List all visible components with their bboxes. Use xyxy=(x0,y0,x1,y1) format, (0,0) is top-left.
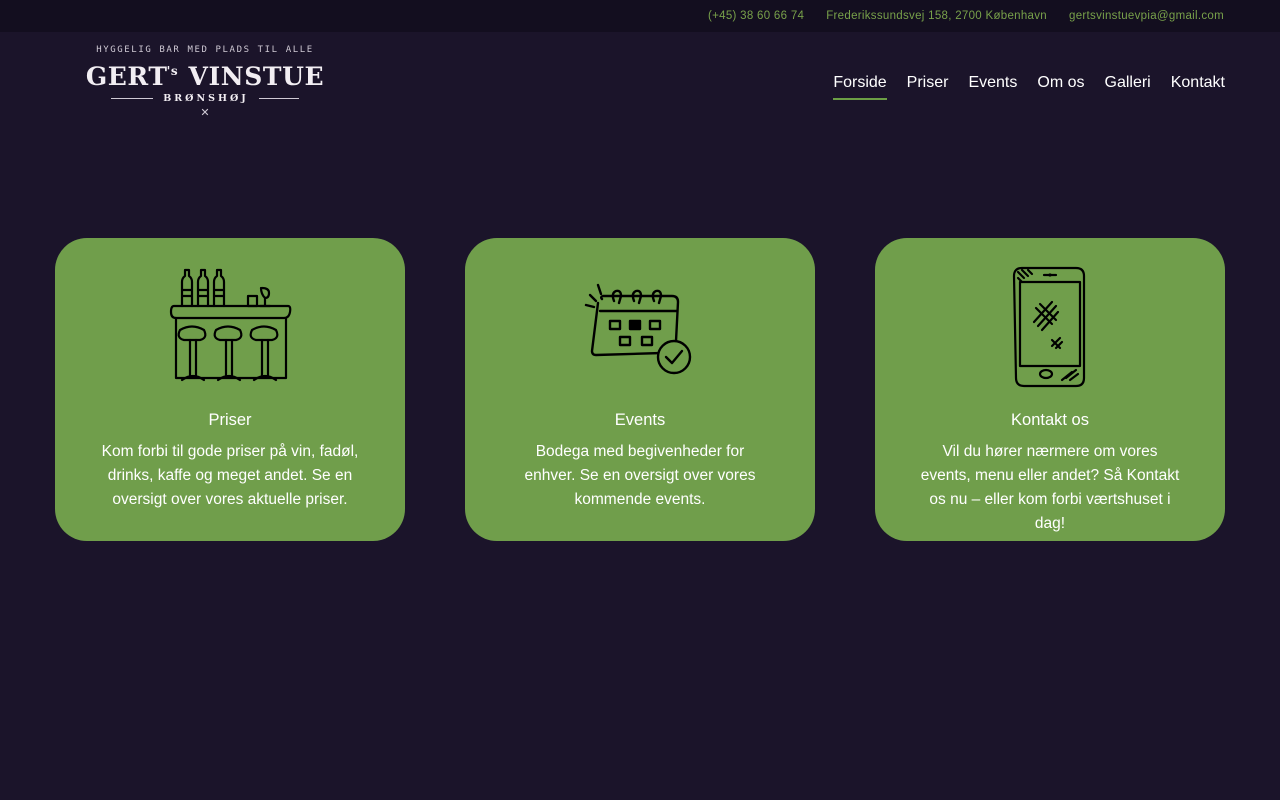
bar-counter-icon xyxy=(168,266,292,388)
logo-name-part1: GERT xyxy=(85,62,168,91)
logo-name: GERT's VINSTUE xyxy=(55,57,355,91)
logo-name-part2: VINSTUE xyxy=(188,62,325,91)
nav-item-priser[interactable]: Priser xyxy=(907,72,949,100)
feature-cards: Priser Kom forbi til gode priser på vin,… xyxy=(55,238,1225,541)
card-priser[interactable]: Priser Kom forbi til gode priser på vin,… xyxy=(55,238,405,541)
top-contact-bar: (+45) 38 60 66 74 Frederikssundsvej 158,… xyxy=(0,0,1280,32)
logo-rule-right xyxy=(258,98,299,99)
logo-place-row: BRØNSHØJ xyxy=(55,93,355,104)
nav-item-forside[interactable]: Forside xyxy=(833,72,887,100)
logo-tagline: HYGGELIG BAR MED PLADS TIL ALLE xyxy=(96,45,314,55)
mobile-phone-icon xyxy=(1012,266,1088,388)
card-title: Events xyxy=(614,411,666,429)
card-title: Kontakt os xyxy=(1011,411,1089,429)
nav-item-om-os[interactable]: Om os xyxy=(1037,72,1084,100)
calendar-check-icon xyxy=(584,266,696,388)
card-text: Bodega med begivenheder for enhver. Se e… xyxy=(524,443,756,508)
card-title: Priser xyxy=(208,411,252,429)
card-events[interactable]: Events Bodega med begivenheder for enhve… xyxy=(465,238,815,541)
email-link[interactable]: gertsvinstuevpia@gmail.com xyxy=(1069,10,1224,22)
nav-item-events[interactable]: Events xyxy=(968,72,1017,100)
main-nav: Forside Priser Events Om os Galleri Kont… xyxy=(833,72,1225,100)
logo-place: BRØNSHØJ xyxy=(163,93,249,104)
address-link[interactable]: Frederikssundsvej 158, 2700 København xyxy=(826,10,1047,22)
nav-item-kontakt[interactable]: Kontakt xyxy=(1171,72,1225,100)
site-logo[interactable]: HYGGELIG BAR MED PLADS TIL ALLE GERT's V… xyxy=(55,44,355,124)
logo-name-sup: 's xyxy=(166,64,179,78)
logo-ornament: ✕ xyxy=(200,107,210,119)
card-kontakt[interactable]: Kontakt os Vil du hører nærmere om vores… xyxy=(875,238,1225,541)
card-text: Vil du hører nærmere om vores events, me… xyxy=(920,443,1180,532)
logo-rule-left xyxy=(111,98,154,99)
phone-link[interactable]: (+45) 38 60 66 74 xyxy=(708,10,804,22)
card-text: Kom forbi til gode priser på vin, fadøl,… xyxy=(101,443,359,508)
nav-item-galleri[interactable]: Galleri xyxy=(1105,72,1151,100)
